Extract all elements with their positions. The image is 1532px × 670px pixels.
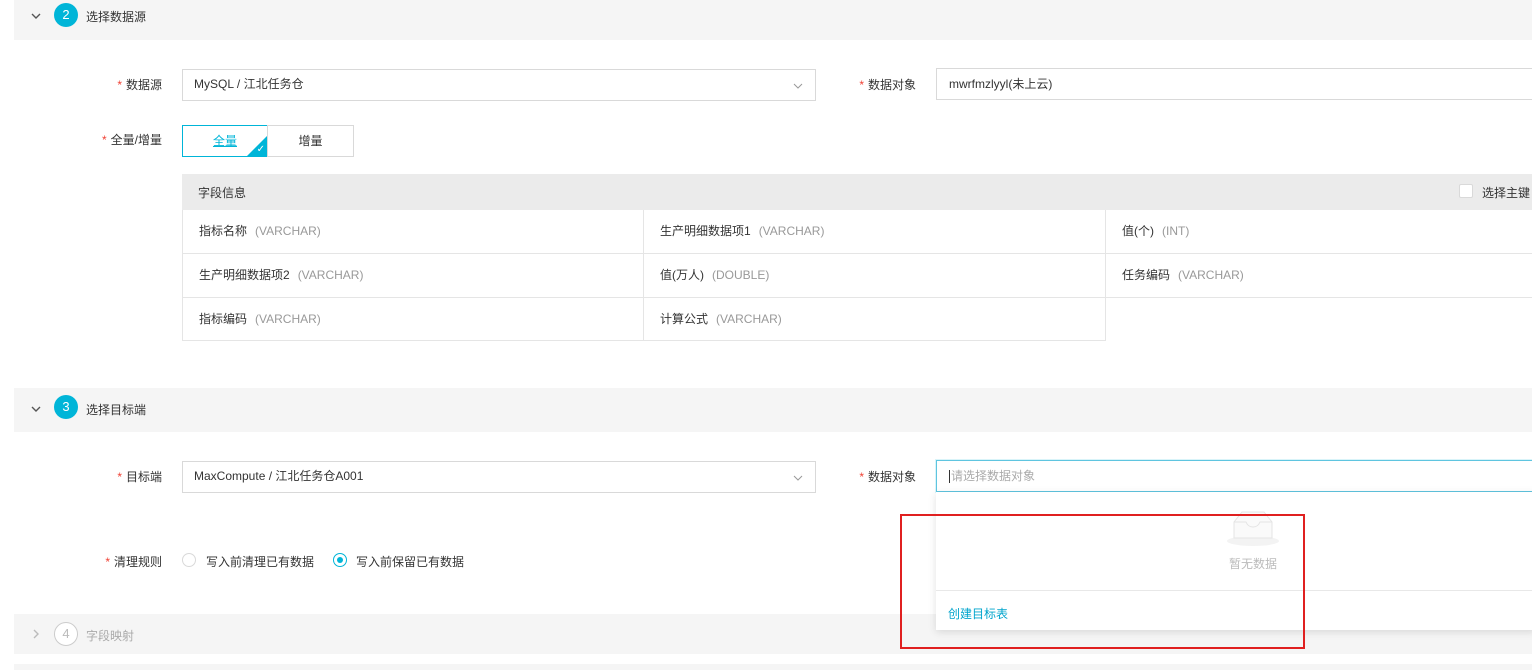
target-label: * 目标端	[117, 470, 162, 484]
field-type: (VARCHAR)	[297, 268, 364, 282]
field-type: (DOUBLE)	[712, 268, 770, 282]
chevron-right-icon[interactable]	[30, 628, 42, 640]
field-name: 指标编码	[199, 312, 248, 326]
field-type: (INT)	[1162, 224, 1190, 238]
primary-key-checkbox[interactable]	[1459, 184, 1473, 198]
datasource-value: MySQL / 江北任务仓	[194, 77, 304, 91]
field-cell: 值(个) (INT)	[1106, 210, 1532, 253]
clean-before-write-radio[interactable]	[182, 553, 196, 567]
text-caret	[949, 470, 950, 484]
mode-incremental-label: 增量	[298, 134, 323, 148]
field-info-body: 指标名称 (VARCHAR) 生产明细数据项1 (VARCHAR) 值(个) (INT) 生…	[182, 210, 1532, 341]
keep-before-write-radio[interactable]	[333, 553, 347, 567]
mode-full-label: 全量	[212, 134, 237, 148]
section-header-next	[14, 664, 1532, 670]
field-cell: 生产明细数据项1 (VARCHAR)	[644, 210, 1106, 253]
target-object-label: * 数据对象	[859, 470, 916, 484]
field-info-title: 字段信息	[198, 186, 247, 200]
target-object-input[interactable]: 请选择数据对象	[936, 460, 1532, 492]
field-type: (VARCHAR)	[758, 224, 825, 238]
mode-incremental-button[interactable]: 增量	[267, 125, 354, 157]
field-type: (VARCHAR)	[716, 312, 782, 326]
target-value: MaxCompute / 江北任务仓A001	[194, 469, 364, 483]
clean-rule-label: * 清理规则	[105, 555, 162, 569]
chevron-down-icon[interactable]	[30, 403, 42, 415]
field-name: 任务编码	[1122, 268, 1171, 282]
field-type: (VARCHAR)	[255, 312, 321, 326]
target-select[interactable]: MaxCompute / 江北任务仓A001	[182, 461, 816, 493]
clean-before-write-label[interactable]: 写入前清理已有数据	[206, 553, 314, 570]
table-row: 生产明细数据项2 (VARCHAR) 值(万人) (DOUBLE) 任务编码 (VARCH…	[182, 254, 1532, 298]
field-cell: 任务编码 (VARCHAR)	[1106, 254, 1532, 297]
keep-before-write-label[interactable]: 写入前保留已有数据	[356, 553, 464, 570]
field-cell: 计算公式 (VARCHAR)	[644, 298, 1106, 341]
source-object-value: mwrfmzlyyl(未上云)	[949, 77, 1053, 91]
chevron-down-icon[interactable]	[30, 10, 42, 22]
field-type: (VARCHAR)	[1178, 268, 1244, 282]
field-info-header: 字段信息 选择主键	[182, 174, 1532, 210]
field-cell: 指标编码 (VARCHAR)	[182, 298, 644, 341]
field-name: 值(万人)	[660, 268, 704, 282]
row-bottom-border	[182, 340, 1106, 341]
field-cell: 生产明细数据项2 (VARCHAR)	[182, 254, 644, 297]
target-object-placeholder: 请选择数据对象	[951, 469, 1036, 483]
section-header-target[interactable]: 3 选择目标端	[14, 388, 1532, 432]
step-badge: 3	[54, 395, 78, 419]
check-icon: ✓	[256, 144, 265, 155]
step-badge: 4	[54, 622, 78, 646]
chevron-down-icon	[793, 83, 803, 89]
source-object-field[interactable]: mwrfmzlyyl(未上云)	[936, 68, 1532, 100]
field-name: 生产明细数据项2	[199, 268, 290, 282]
field-name: 生产明细数据项1	[660, 224, 751, 238]
field-name: 计算公式	[660, 312, 709, 326]
primary-key-label[interactable]: 选择主键	[1482, 184, 1530, 201]
mode-full-button[interactable]: 全量 ✓	[182, 125, 268, 157]
table-row: 指标编码 (VARCHAR) 计算公式 (VARCHAR)	[182, 298, 1532, 341]
section-title: 字段映射	[86, 629, 135, 643]
field-cell: 值(万人) (DOUBLE)	[644, 254, 1106, 297]
section-title: 选择数据源	[86, 10, 147, 24]
table-row: 指标名称 (VARCHAR) 生产明细数据项1 (VARCHAR) 值(个) (INT)	[182, 210, 1532, 254]
step-badge: 2	[54, 3, 78, 27]
field-type: (VARCHAR)	[255, 224, 321, 238]
chevron-down-icon	[793, 475, 803, 481]
field-info-table: 字段信息 选择主键 指标名称 (VARCHAR) 生产明细数据项1 (VARCHAR)…	[182, 174, 1532, 341]
field-cell: 指标名称 (VARCHAR)	[182, 210, 644, 253]
mode-label: * 全量/增量	[101, 133, 162, 147]
source-object-label: * 数据对象	[859, 78, 916, 92]
datasource-select[interactable]: MySQL / 江北任务仓	[182, 69, 816, 101]
highlight-annotation-box	[900, 514, 1305, 649]
section-title: 选择目标端	[86, 403, 147, 417]
field-name: 指标名称	[199, 224, 248, 238]
section-header-datasource[interactable]: 2 选择数据源	[14, 0, 1532, 40]
datasource-label: * 数据源	[117, 78, 162, 92]
field-name: 值(个)	[1122, 224, 1154, 238]
